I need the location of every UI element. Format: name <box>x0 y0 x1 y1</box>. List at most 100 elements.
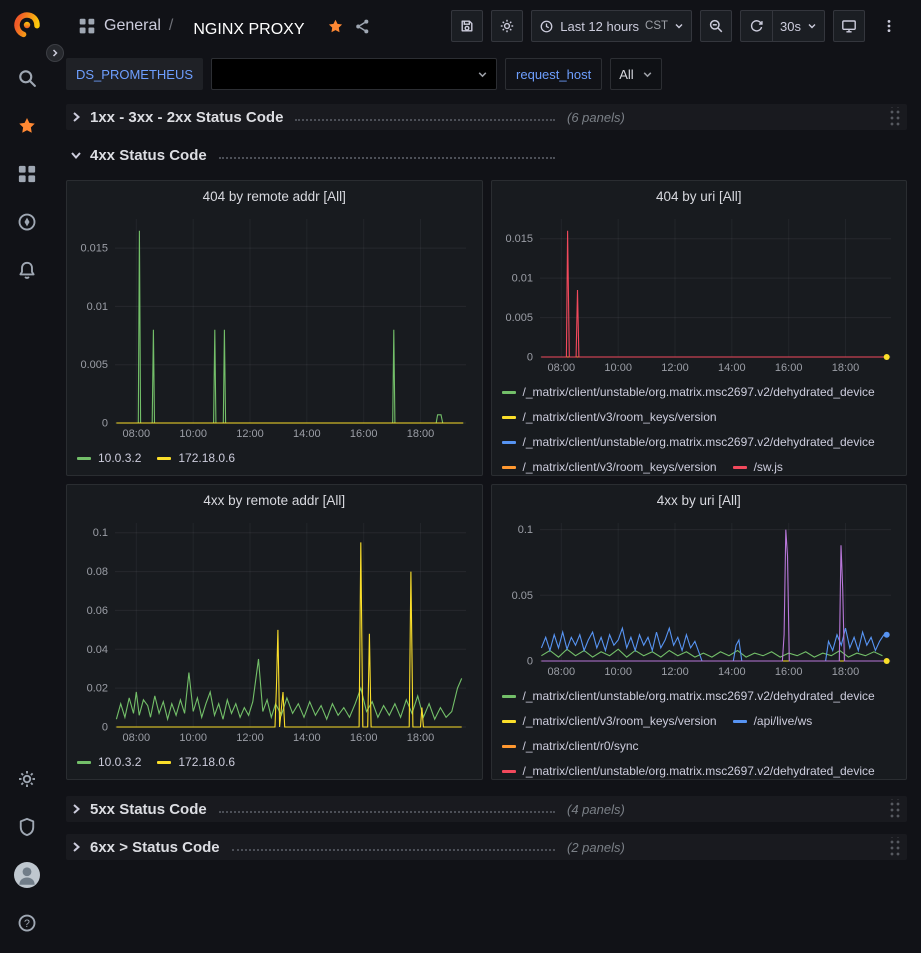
svg-text:10:00: 10:00 <box>604 666 632 678</box>
row-left: 6xx > Status Code <box>70 839 565 856</box>
dashboard-settings-button[interactable] <box>491 10 523 42</box>
legend-swatch <box>157 457 171 460</box>
panel-title[interactable]: 4xx by remote addr [All] <box>67 485 482 515</box>
legend-item[interactable]: /_matrix/client/unstable/org.matrix.msc2… <box>502 431 875 454</box>
variable-label-ds-prometheus: DS_PROMETHEUS <box>66 58 203 90</box>
sidebar-expand-button[interactable] <box>46 44 64 62</box>
zoom-out-button[interactable] <box>700 10 732 42</box>
save-dashboard-button[interactable] <box>451 10 483 42</box>
refresh-interval-dropdown[interactable]: 30s <box>772 10 825 42</box>
legend-item[interactable]: /_matrix/client/v3/room_keys/version <box>502 710 717 733</box>
refresh-interval-label: 30s <box>780 19 801 34</box>
dashboards-icon[interactable] <box>7 154 47 194</box>
svg-text:0: 0 <box>102 418 108 430</box>
row-panel-count: (2 panels) <box>567 840 625 855</box>
legend-item[interactable]: 172.18.0.6 <box>157 751 235 774</box>
svg-text:14:00: 14:00 <box>293 428 321 440</box>
breadcrumb-folder[interactable]: General <box>104 17 161 35</box>
row-drag-handle[interactable] <box>888 837 901 857</box>
row-header-6xx[interactable]: 6xx > Status Code (2 panels) <box>66 834 907 860</box>
user-avatar[interactable] <box>7 855 47 895</box>
svg-text:10:00: 10:00 <box>179 732 207 744</box>
svg-text:16:00: 16:00 <box>774 362 802 374</box>
row-drag-handle[interactable] <box>888 107 901 127</box>
legend-swatch <box>502 695 516 698</box>
legend-item[interactable]: /api/live/ws <box>733 710 813 733</box>
row-title: 6xx > Status Code <box>90 839 220 856</box>
breadcrumb-separator: / <box>169 17 173 35</box>
breadcrumb-dashboard-title[interactable]: NGINX PROXY <box>181 13 318 39</box>
legend-swatch <box>77 761 91 764</box>
share-icon[interactable] <box>354 18 371 35</box>
chart-404-by-uri[interactable]: 00.0050.010.01508:0010:0012:0014:0016:00… <box>494 211 901 377</box>
search-icon[interactable] <box>7 58 47 98</box>
legend-item[interactable]: /sw.js <box>733 456 783 475</box>
chevron-down-icon <box>807 21 817 31</box>
refresh-button[interactable] <box>740 10 772 42</box>
svg-text:12:00: 12:00 <box>661 666 689 678</box>
legend-item[interactable]: /_matrix/client/v3/room_keys/version <box>502 456 717 475</box>
starred-icon[interactable] <box>7 106 47 146</box>
chart-svg: 00.050.108:0010:0012:0014:0016:0018:00 <box>494 515 901 681</box>
svg-text:08:00: 08:00 <box>547 362 575 374</box>
row-header-4xx[interactable]: 4xx Status Code <box>66 142 907 168</box>
row-left: 4xx Status Code <box>70 147 565 164</box>
panel-404-by-uri: 404 by uri [All] 00.0050.010.01508:0010:… <box>491 180 908 476</box>
timezone-label: CST <box>645 20 668 32</box>
explore-compass-icon[interactable] <box>7 202 47 242</box>
legend-item[interactable]: 172.18.0.6 <box>157 447 235 470</box>
alerting-bell-icon[interactable] <box>7 250 47 290</box>
time-range-picker[interactable]: Last 12 hours CST <box>531 10 692 42</box>
svg-text:0.1: 0.1 <box>517 524 532 536</box>
configuration-gear-icon[interactable] <box>7 759 47 799</box>
variable-request-host-value: All <box>619 67 633 82</box>
chart-legend: /_matrix/client/unstable/org.matrix.msc2… <box>492 377 907 475</box>
legend-item[interactable]: 10.0.3.2 <box>77 447 141 470</box>
variable-ds-prometheus-select[interactable] <box>211 58 497 90</box>
svg-text:08:00: 08:00 <box>547 666 575 678</box>
svg-text:14:00: 14:00 <box>293 732 321 744</box>
svg-text:18:00: 18:00 <box>831 666 859 678</box>
svg-text:16:00: 16:00 <box>350 428 378 440</box>
row-header-1xx[interactable]: 1xx - 3xx - 2xx Status Code (6 panels) <box>66 104 907 130</box>
legend-item[interactable]: 10.0.3.2 <box>77 751 141 774</box>
panel-title[interactable]: 404 by remote addr [All] <box>67 181 482 211</box>
row-title: 5xx Status Code <box>90 801 207 818</box>
svg-text:?: ? <box>24 918 30 930</box>
svg-text:0.06: 0.06 <box>87 605 108 617</box>
help-icon[interactable]: ? <box>7 903 47 943</box>
svg-text:0: 0 <box>526 656 532 668</box>
favorite-star-icon[interactable] <box>327 18 344 35</box>
breadcrumb: General / NGINX PROXY <box>104 13 319 39</box>
avatar <box>14 862 40 888</box>
legend-item[interactable]: /_matrix/client/unstable/org.matrix.msc2… <box>502 760 875 779</box>
dotted-leader <box>295 114 555 121</box>
svg-text:0.05: 0.05 <box>511 590 532 602</box>
svg-text:0.015: 0.015 <box>80 243 108 255</box>
chart-404-by-remote-addr[interactable]: 00.0050.010.01508:0010:0012:0014:0016:00… <box>69 211 476 443</box>
server-admin-shield-icon[interactable] <box>7 807 47 847</box>
kebab-menu-icon[interactable] <box>873 10 905 42</box>
panel-title[interactable]: 404 by uri [All] <box>492 181 907 211</box>
chart-4xx-by-uri[interactable]: 00.050.108:0010:0012:0014:0016:0018:00 <box>494 515 901 681</box>
variable-request-host-select[interactable]: All <box>610 58 661 90</box>
tv-mode-button[interactable] <box>833 10 865 42</box>
row-drag-handle[interactable] <box>888 799 901 819</box>
grafana-app: ? General / NGINX PROXY <box>0 0 921 953</box>
panel-title[interactable]: 4xx by uri [All] <box>492 485 907 515</box>
legend-item[interactable]: /_matrix/client/unstable/org.matrix.msc2… <box>502 685 875 708</box>
legend-item[interactable]: /_matrix/client/unstable/org.matrix.msc2… <box>502 381 875 404</box>
legend-item[interactable]: /_matrix/client/v3/room_keys/version <box>502 406 717 429</box>
svg-text:0.02: 0.02 <box>87 683 108 695</box>
svg-text:16:00: 16:00 <box>774 666 802 678</box>
chevron-right-icon <box>70 841 82 853</box>
legend-swatch <box>733 466 747 469</box>
chart-svg: 00.0050.010.01508:0010:0012:0014:0016:00… <box>69 211 476 443</box>
grafana-logo-icon[interactable] <box>12 10 42 40</box>
chart-4xx-by-remote-addr[interactable]: 00.020.040.060.080.108:0010:0012:0014:00… <box>69 515 476 747</box>
variable-label-text: request_host <box>516 67 591 82</box>
row-title: 4xx Status Code <box>90 147 207 164</box>
row-header-5xx[interactable]: 5xx Status Code (4 panels) <box>66 796 907 822</box>
dashboard-submenu: DS_PROMETHEUS request_host All <box>54 52 921 96</box>
legend-item[interactable]: /_matrix/client/r0/sync <box>502 735 639 758</box>
